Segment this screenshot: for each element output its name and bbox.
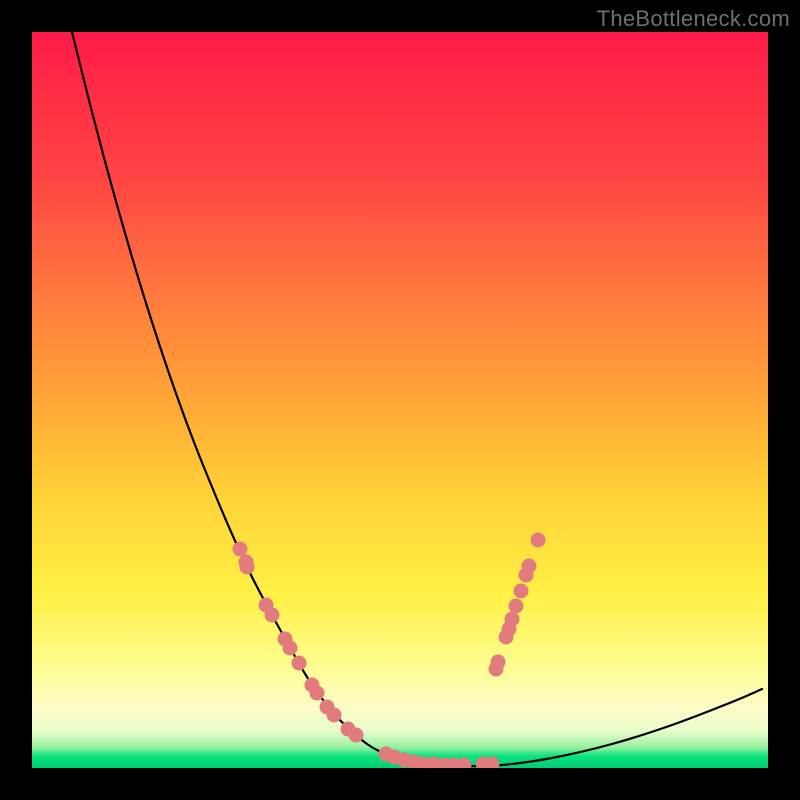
curve-markers [233, 533, 546, 769]
watermark-text: TheBottleneck.com [597, 6, 790, 32]
chart-stage: TheBottleneck.com [0, 0, 800, 800]
curve-marker [509, 599, 524, 614]
curve-marker [292, 656, 307, 671]
plot-area [32, 32, 768, 768]
curve-overlay [32, 32, 768, 768]
curve-marker [327, 708, 342, 723]
curve-marker [283, 641, 298, 656]
v-curve-path [72, 32, 762, 766]
curve-marker [514, 584, 529, 599]
curve-marker [233, 542, 248, 557]
curve-marker [240, 560, 255, 575]
curve-marker [310, 686, 325, 701]
curve-marker [457, 758, 472, 769]
curve-marker [265, 608, 280, 623]
curve-marker [531, 533, 546, 548]
curve-marker [349, 728, 364, 743]
curve-marker [491, 655, 506, 670]
curve-marker [505, 612, 520, 627]
curve-marker [522, 559, 537, 574]
